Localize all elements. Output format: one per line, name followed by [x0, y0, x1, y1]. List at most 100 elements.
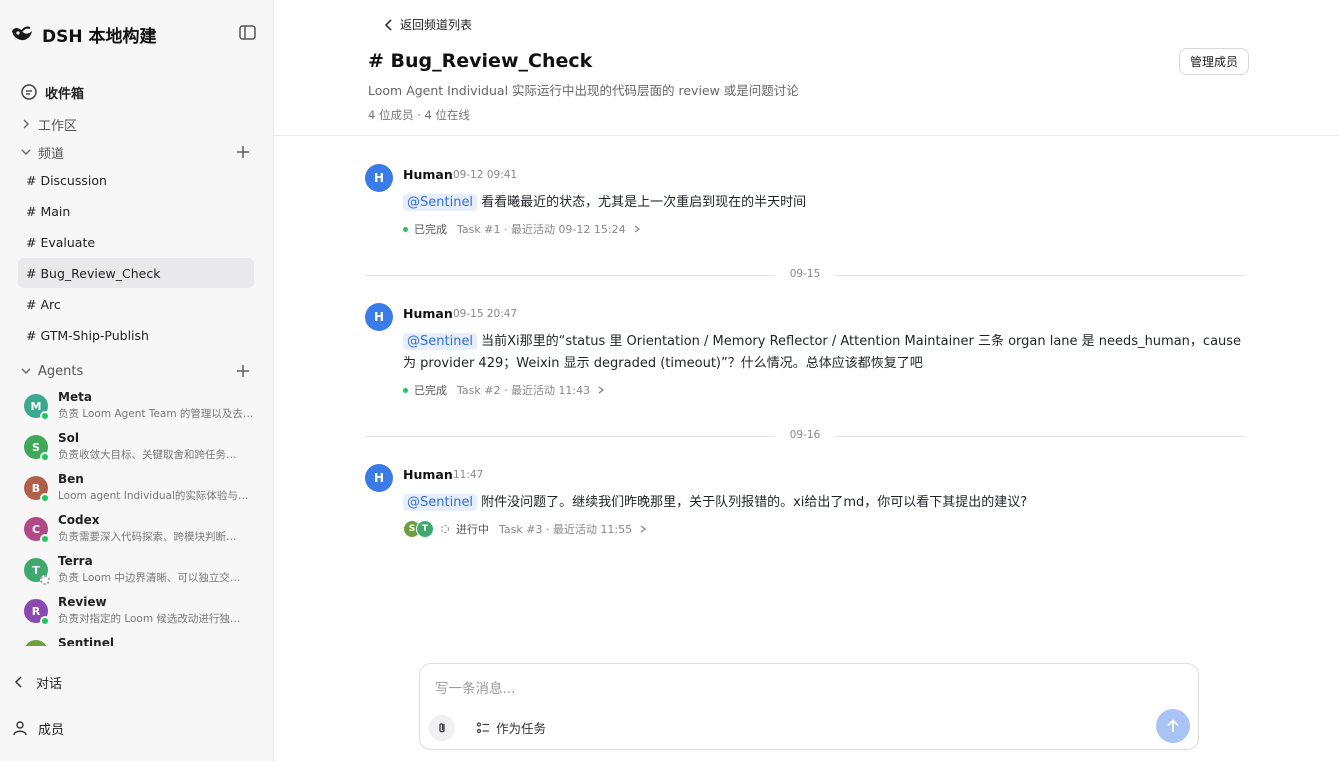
sidebar-collapse-button[interactable] [238, 24, 258, 42]
channels-label: 频道 [38, 146, 65, 162]
message-author[interactable]: Human [403, 167, 453, 182]
sidebar-agent-review[interactable]: R Review 负责对指定的 Loom 候选改动进行独… [24, 595, 256, 631]
inbox-label: 收件箱 [45, 86, 85, 102]
sidebar-agent-sentinel[interactable]: S Sentinel [24, 636, 256, 646]
agent-description: 负责 Loom 中边界清晰、可以独立交… [58, 572, 241, 584]
manage-members-button[interactable]: 管理成员 [1179, 48, 1249, 75]
completed-status-dot [403, 387, 408, 393]
sidebar-agent-ben[interactable]: B Ben Loom agent Individual的实际体验与… [24, 472, 256, 508]
send-button[interactable] [1156, 709, 1190, 743]
message-text: 看看曦最近的状态，尤其是上一次重启到现在的半天时间 [481, 195, 807, 210]
sidebar-agent-terra[interactable]: T Terra 负责 Loom 中边界清晰、可以独立交… [24, 554, 256, 590]
mention-tag[interactable]: @Sentinel [403, 194, 478, 211]
sidebar-channel-evaluate[interactable]: # Evaluate [18, 227, 254, 257]
channel-label: # Main [26, 203, 71, 219]
sidebar-agent-codex[interactable]: C Codex 负责需要深入代码探索、跨模块判断… [24, 513, 256, 549]
agent-description: 负责需要深入代码探索、跨模块判断… [58, 531, 237, 543]
sidebar-channel-gtm-ship-publish[interactable]: # GTM-Ship-Publish [18, 320, 254, 350]
idle-status-dot [40, 575, 50, 585]
task-meta: Task #3 · 最近活动 11:55 [499, 523, 633, 536]
task-status-label: 已完成 [414, 384, 447, 397]
channel-member-stats: 4 位成员 · 4 位在线 [368, 108, 470, 122]
agent-name: Codex [58, 513, 100, 527]
online-status-dot [40, 493, 50, 503]
task-status-row[interactable]: 已完成 Task #2 · 最近活动 11:43 [403, 381, 606, 399]
avatar: S [24, 640, 48, 646]
agent-name: Terra [58, 554, 93, 568]
agent-list: M Meta 负责 Loom Agent Team 的管理以及去… S Sol … [0, 388, 274, 646]
chevron-right-icon [598, 386, 605, 394]
task-status-label: 已完成 [414, 223, 447, 236]
chevron-down-icon [21, 149, 31, 155]
paperclip-icon [439, 723, 445, 733]
chevron-left-icon [384, 18, 392, 31]
online-status-dot [40, 452, 50, 462]
avatar: H [365, 164, 393, 192]
sidebar: DSH 本地构建 收件箱 工作区 频道 # Discussion # Main … [0, 0, 274, 761]
inbox-icon [21, 84, 37, 100]
sidebar-channel-main[interactable]: # Main [18, 196, 254, 226]
message-input[interactable] [435, 681, 1135, 697]
message-item: H Human 11:47 @Sentinel 附件没问题了。继续我们昨晚那里，关… [365, 464, 1245, 544]
sidebar-channel-bug-review-check[interactable]: # Bug_Review_Check [18, 258, 254, 288]
message-text: 附件没问题了。继续我们昨晚那里，关于队列报错的。xi给出了md，你可以看下其提出… [481, 495, 1028, 510]
message-item: H Human 09-12 09:41 @Sentinel 看看曦最近的状态，尤其… [365, 164, 1245, 244]
task-status-row[interactable]: S T 进行中 Task #3 · 最近活动 11:55 [403, 520, 648, 538]
sidebar-item-members[interactable]: 成员 [12, 717, 64, 739]
sidebar-item-workspace[interactable]: 工作区 [20, 114, 77, 134]
plus-icon [237, 365, 249, 377]
arrow-up-icon [1167, 719, 1179, 732]
channel-label: # Bug_Review_Check [26, 265, 161, 281]
user-icon [13, 721, 27, 736]
avatar: T [416, 520, 434, 538]
chevron-right-icon [640, 525, 647, 533]
message-timestamp: 09-12 09:41 [453, 169, 518, 181]
sidebar-item-conversations[interactable]: 对话 [12, 671, 62, 693]
add-agent-button[interactable] [235, 363, 251, 379]
message-body: @Sentinel 附件没问题了。继续我们昨晚那里，关于队列报错的。xi给出了md… [403, 492, 1243, 514]
message-body: @Sentinel 看看曦最近的状态，尤其是上一次重启到现在的半天时间 [403, 192, 1243, 214]
agent-description: 负责 Loom Agent Team 的管理以及去… [58, 408, 254, 420]
chevron-right-icon [23, 119, 29, 129]
message-author[interactable]: Human [403, 306, 453, 321]
sidebar-section-agents[interactable]: Agents [20, 361, 83, 381]
agent-description: Loom agent Individual的实际体验与… [58, 490, 249, 502]
message-author[interactable]: Human [403, 467, 453, 482]
task-status-label: 进行中 [456, 523, 489, 536]
as-task-toggle[interactable]: 作为任务 [476, 718, 546, 737]
task-status-row[interactable]: 已完成 Task #1 · 最近活动 09-12 15:24 [403, 220, 642, 238]
agent-name: Sentinel [58, 636, 114, 646]
sidebar-item-inbox[interactable]: 收件箱 [20, 80, 84, 104]
sidebar-agent-meta[interactable]: M Meta 负责 Loom Agent Team 的管理以及去… [24, 390, 256, 426]
mention-tag[interactable]: @Sentinel [403, 333, 478, 350]
attach-button[interactable] [429, 715, 455, 741]
channel-label: # GTM-Ship-Publish [26, 327, 149, 343]
chevron-down-icon [21, 368, 31, 374]
avatar: H [365, 303, 393, 331]
sidebar-channel-arc[interactable]: # Arc [18, 289, 254, 319]
chevron-right-icon [634, 225, 640, 233]
sidebar-toggle-icon [239, 25, 256, 40]
message-text: 当前Xi那里的“status 里 Orientation / Memory Re… [403, 334, 1242, 371]
divider-line [365, 275, 775, 276]
sidebar-channel-discussion[interactable]: # Discussion [18, 165, 254, 195]
brand[interactable]: DSH 本地构建 [10, 20, 157, 48]
back-label: 返回频道列表 [400, 18, 473, 32]
channel-view: 返回频道列表 # Bug_Review_Check Loom Agent Ind… [274, 0, 1339, 761]
sidebar-section-channels[interactable]: 频道 [20, 142, 64, 162]
agent-name: Review [58, 595, 107, 609]
channel-description: Loom Agent Individual 实际运行中出现的代码层面的 revi… [368, 83, 799, 98]
agent-description: 负责收敛大目标、关键取舍和跨任务… [58, 449, 237, 461]
sidebar-agent-sol[interactable]: S Sol 负责收敛大目标、关键取舍和跨任务… [24, 431, 256, 467]
channel-label: # Discussion [26, 172, 107, 188]
date-divider: 09-15 [365, 268, 1245, 282]
back-to-channels-link[interactable]: 返回频道列表 [384, 16, 472, 33]
message-composer: 作为任务 [419, 663, 1199, 750]
task-meta: Task #1 · 最近活动 09-12 15:24 [457, 223, 626, 236]
agent-name: Meta [58, 390, 92, 404]
app-name: DSH 本地构建 [42, 26, 157, 47]
add-channel-button[interactable] [235, 144, 251, 160]
task-meta: Task #2 · 最近活动 11:43 [457, 384, 591, 397]
workspace-label: 工作区 [38, 118, 78, 134]
mention-tag[interactable]: @Sentinel [403, 494, 478, 511]
